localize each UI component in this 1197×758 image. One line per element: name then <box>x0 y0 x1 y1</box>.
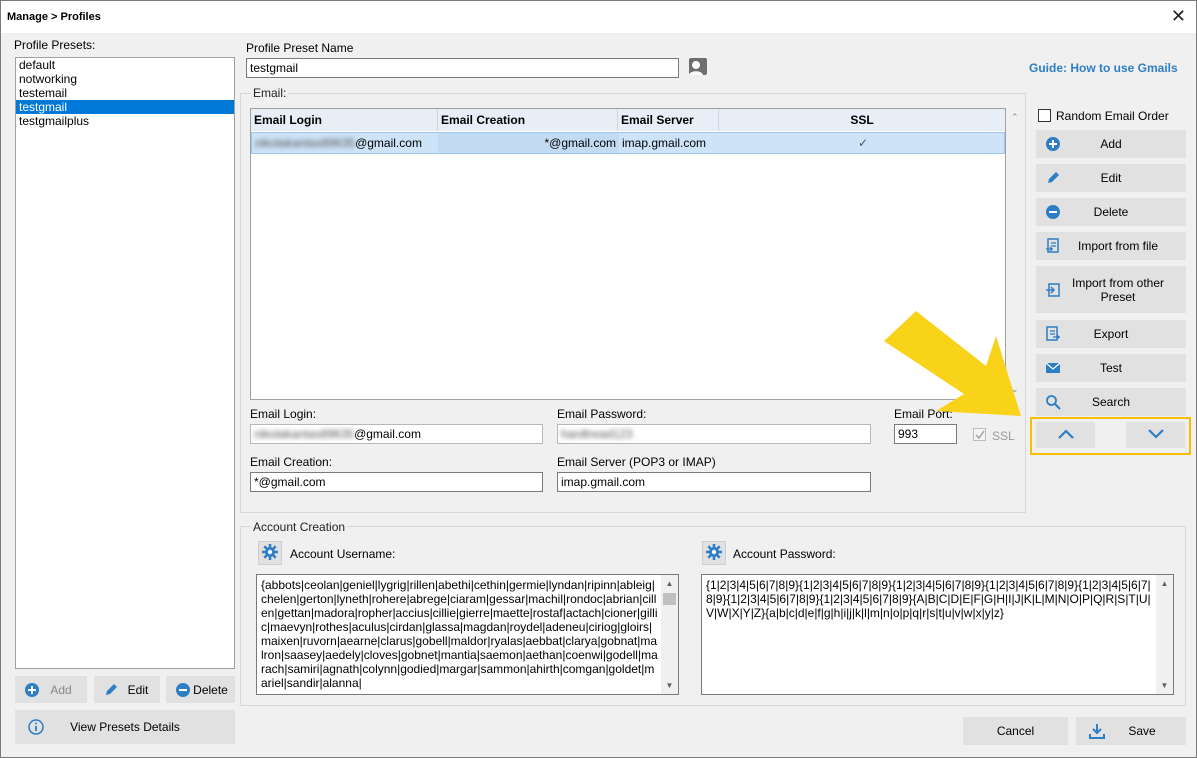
email-server-input[interactable]: imap.gmail.com <box>557 472 871 492</box>
row-ssl-check: ✓ <box>857 136 869 150</box>
column-ssl[interactable]: SSL <box>719 109 1005 131</box>
preset-item-testgmail[interactable]: testgmail <box>16 100 234 114</box>
column-email-creation[interactable]: Email Creation <box>438 109 618 131</box>
title-bar: Manage > Profiles ✕ <box>1 1 1196 33</box>
export-icon <box>1045 326 1061 342</box>
guide-link[interactable]: Guide: How to use Gmails <box>1029 61 1178 75</box>
password-gear-button[interactable] <box>702 541 726 565</box>
save-button[interactable]: Save <box>1076 717 1186 745</box>
test-button[interactable]: Test <box>1036 354 1186 382</box>
row-email-creation: *@gmail.com <box>438 133 619 153</box>
info-icon <box>28 719 44 735</box>
email-login-label: Email Login: <box>250 407 317 421</box>
search-icon <box>1045 394 1061 410</box>
email-table-header: Email Login Email Creation Email Server … <box>251 109 1005 131</box>
scroll-up-icon[interactable]: ⌃ <box>1011 112 1019 123</box>
search-button[interactable]: Search <box>1036 388 1186 416</box>
email-creation-label: Email Creation: <box>250 455 333 469</box>
password-scrollbar[interactable]: ▲ ▼ <box>1156 575 1173 694</box>
account-creation-label: Account Creation <box>251 520 348 534</box>
import-from-file-button[interactable]: Import from file <box>1036 232 1186 260</box>
profile-preset-name-input[interactable]: testgmail <box>246 58 679 78</box>
preset-item-notworking[interactable]: notworking <box>16 72 234 86</box>
export-button[interactable]: Export <box>1036 320 1186 348</box>
chevron-up-icon[interactable]: ▲ <box>1156 575 1173 592</box>
chevron-up-icon <box>1057 428 1075 443</box>
annotation-arrow <box>884 311 1021 416</box>
pencil-icon <box>103 682 119 698</box>
email-group-label: Email: <box>251 86 289 100</box>
username-scrollbar[interactable]: ▲ ▼ <box>661 575 678 694</box>
minus-circle-icon <box>1045 204 1061 220</box>
random-email-order-label: Random Email Order <box>1056 109 1169 123</box>
preset-item-testemail[interactable]: testemail <box>16 86 234 100</box>
preset-add-button[interactable]: Add <box>15 676 87 703</box>
account-username-textarea[interactable]: {abbots|ceolan|geniel|lygrig|rillen|abet… <box>256 574 679 695</box>
email-password-input[interactable]: hardtread123 <box>557 424 871 444</box>
import-file-icon <box>1045 238 1061 254</box>
preset-edit-button[interactable]: Edit <box>94 676 160 703</box>
plus-circle-icon <box>24 682 40 698</box>
gear-icon <box>262 543 278 563</box>
move-down-button[interactable] <box>1126 422 1185 448</box>
row-email-server: imap.gmail.com <box>622 136 707 150</box>
plus-circle-icon <box>1045 136 1061 152</box>
username-gear-button[interactable] <box>258 541 282 565</box>
profile-presets-list[interactable]: default notworking testemail testgmail t… <box>15 57 235 669</box>
chevron-down-icon <box>1147 428 1165 443</box>
profiles-window: Manage > Profiles ✕ Profile Presets: def… <box>0 0 1197 758</box>
profile-presets-label: Profile Presets: <box>14 38 96 52</box>
view-presets-details-button[interactable]: View Presets Details <box>15 710 235 744</box>
profile-preset-name-label: Profile Preset Name <box>246 41 354 55</box>
table-row[interactable]: nikolakantas89635@gmail.com *@gmail.com … <box>251 132 1005 154</box>
mail-icon <box>1045 360 1061 376</box>
email-port-input[interactable]: 993 <box>894 424 957 444</box>
account-username-label: Account Username: <box>290 547 396 561</box>
gear-icon <box>706 543 722 563</box>
preset-item-testgmailplus[interactable]: testgmailplus <box>16 114 234 128</box>
download-icon <box>1089 723 1105 739</box>
column-email-login[interactable]: Email Login <box>251 109 438 131</box>
column-email-server[interactable]: Email Server <box>618 109 719 131</box>
email-delete-button[interactable]: Delete <box>1036 198 1186 226</box>
preset-item-default[interactable]: default <box>16 58 234 72</box>
chevron-up-icon[interactable]: ▲ <box>661 575 678 592</box>
cancel-button[interactable]: Cancel <box>963 717 1068 745</box>
close-icon[interactable]: ✕ <box>1171 7 1186 25</box>
import-preset-icon <box>1045 282 1061 298</box>
ssl-label: SSL <box>992 429 1015 443</box>
random-email-order-checkbox[interactable] <box>1038 109 1051 122</box>
account-password-textarea[interactable]: {1|2|3|4|5|6|7|8|9}{1|2|3|4|5|6|7|8|9}{1… <box>701 574 1174 695</box>
chevron-down-icon[interactable]: ▼ <box>661 677 678 694</box>
email-password-label: Email Password: <box>557 407 647 421</box>
email-login-input[interactable]: nikolakantas89635@gmail.com <box>250 424 543 444</box>
view-presets-details-label: View Presets Details <box>70 720 180 734</box>
account-password-label: Account Password: <box>733 547 836 561</box>
move-up-button[interactable] <box>1036 422 1095 448</box>
pencil-icon <box>1045 170 1061 186</box>
minus-circle-icon <box>175 682 191 698</box>
chevron-down-icon[interactable]: ▼ <box>1156 677 1173 694</box>
row-email-login: nikolakantas89635@gmail.com <box>255 136 422 150</box>
preset-delete-button[interactable]: Delete <box>166 676 235 703</box>
import-from-other-preset-button[interactable]: Import from other Preset <box>1036 266 1186 313</box>
email-creation-input[interactable]: *@gmail.com <box>250 472 543 492</box>
ssl-checkbox[interactable] <box>973 428 986 441</box>
cancel-label: Cancel <box>996 724 1035 738</box>
email-edit-button[interactable]: Edit <box>1036 164 1186 192</box>
email-server-label: Email Server (POP3 or IMAP) <box>557 455 716 469</box>
email-add-button[interactable]: Add <box>1036 130 1186 158</box>
user-card-icon[interactable] <box>685 56 709 78</box>
window-title: Manage > Profiles <box>7 11 101 23</box>
